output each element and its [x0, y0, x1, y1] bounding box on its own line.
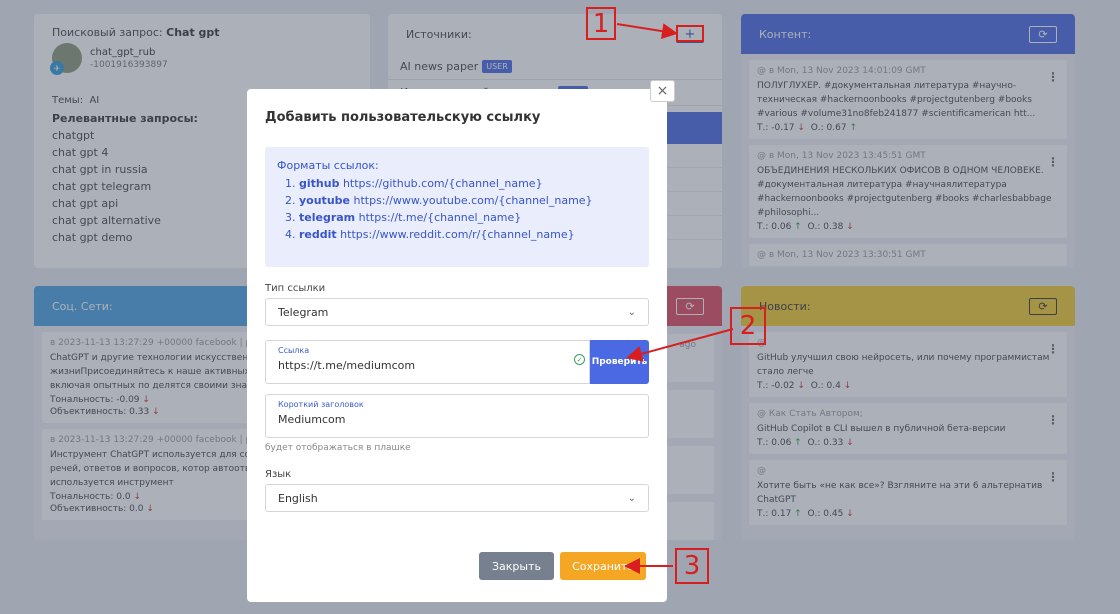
- format-item: github https://github.com/{channel_name}: [299, 175, 639, 192]
- link-formats-box: Форматы ссылок: github https://github.co…: [265, 147, 649, 267]
- annotation-number: 3: [675, 548, 709, 584]
- close-icon[interactable]: ×: [650, 80, 675, 102]
- short-title-hint: будет отображаться в плашке: [265, 443, 411, 453]
- chevron-down-icon: ⌄: [627, 492, 636, 504]
- language-select[interactable]: English ⌄: [265, 484, 649, 512]
- annotation-number: 2: [730, 307, 766, 345]
- verify-button[interactable]: Проверить: [590, 340, 649, 384]
- modal-title: Добавить пользовательскую ссылку: [265, 110, 541, 125]
- short-title-label: Короткий заголовок: [278, 400, 364, 409]
- formats-list: github https://github.com/{channel_name}…: [277, 175, 639, 243]
- formats-title: Форматы ссылок:: [277, 159, 379, 172]
- annotation-number: 1: [586, 7, 616, 40]
- language-label: Язык: [265, 469, 292, 480]
- format-item: youtube https://www.youtube.com/{channel…: [299, 192, 639, 209]
- link-type-select[interactable]: Telegram ⌄: [265, 298, 649, 326]
- link-value: https://t.me/mediumcom: [278, 359, 416, 372]
- format-item: telegram https://t.me/{channel_name}: [299, 209, 639, 226]
- short-title-input[interactable]: Короткий заголовок Mediumcom: [265, 394, 649, 438]
- link-input[interactable]: Ссылка https://t.me/mediumcom ✓: [265, 340, 590, 384]
- link-field-row: Ссылка https://t.me/mediumcom ✓ Проверит…: [265, 340, 649, 384]
- chevron-down-icon: ⌄: [627, 306, 636, 318]
- short-title-value: Mediumcom: [278, 413, 346, 426]
- check-icon: ✓: [574, 354, 585, 365]
- link-type-label: Тип ссылки: [265, 283, 326, 294]
- close-button[interactable]: Закрыть: [479, 552, 554, 580]
- format-item: reddit https://www.reddit.com/r/{channel…: [299, 226, 639, 243]
- annotation-highlight: [676, 25, 704, 42]
- save-button[interactable]: Сохранить: [560, 552, 646, 580]
- add-link-modal: Добавить пользовательскую ссылку Форматы…: [247, 89, 667, 602]
- link-label: Ссылка: [278, 346, 310, 355]
